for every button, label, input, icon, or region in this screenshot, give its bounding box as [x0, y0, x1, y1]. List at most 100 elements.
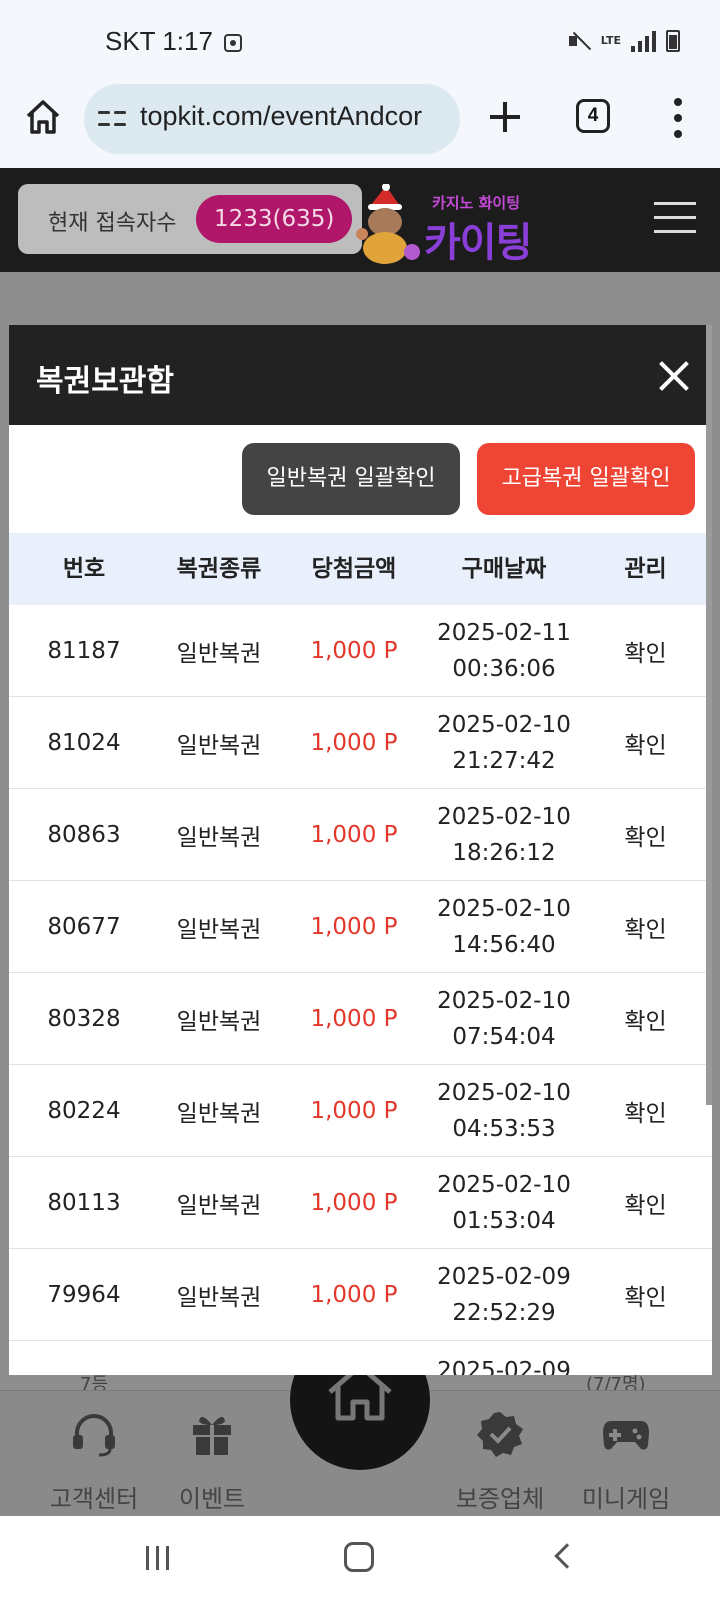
close-icon[interactable] [659, 361, 689, 391]
site-settings-icon[interactable] [98, 106, 126, 132]
purchase-time: 00:36:06 [452, 656, 556, 682]
table-row: 81187 일반복권 1,000 P 2025-02-11 00:36:06 확인 [9, 605, 712, 697]
ticket-type [159, 1341, 279, 1375]
online-users-label: 현재 접속자수 [48, 211, 177, 236]
ticket-number: 81024 [47, 730, 121, 756]
nav-event[interactable]: 이벤트 [152, 1409, 272, 1514]
tab-switcher-button[interactable]: 4 [576, 99, 610, 133]
lottery-storage-modal: 복권보관함 일반복권 일괄확인 고급복권 일괄확인 번호 복권종류 당첨금액 구… [9, 325, 712, 1375]
confirm-all-premium-button[interactable]: 고급복권 일괄확인 [477, 443, 695, 515]
confirm-link[interactable]: 확인 [579, 881, 712, 973]
purchase-day: 2025-02-10 [437, 896, 571, 922]
more-menu-icon[interactable] [670, 98, 686, 138]
online-users-count: 1233(635) [196, 195, 353, 243]
online-users-box: 현재 접속자수 1233(635) [18, 184, 362, 254]
mute-icon [568, 31, 591, 51]
ticket-type: 일반복권 [176, 1009, 262, 1035]
nav-label: 미니게임 [581, 1485, 671, 1513]
purchase-date: 2025-02-10 01:53:04 [429, 1157, 579, 1249]
table-row: 80863 일반복권 1,000 P 2025-02-10 18:26:12 확인 [9, 789, 712, 881]
modal-header: 복권보관함 [9, 325, 712, 425]
recent-apps-icon[interactable] [144, 1544, 172, 1572]
purchase-time: 22:52:29 [452, 1300, 556, 1326]
purchase-date: 2025-02-09 22:52:29 [429, 1249, 579, 1341]
purchase-time: 14:56:40 [452, 932, 556, 958]
confirm-link[interactable]: 확인 [579, 1065, 712, 1157]
url-text[interactable]: topkit.com/eventAndcor [140, 101, 422, 132]
ticket-number: 79964 [47, 1282, 121, 1308]
confirm-link[interactable] [579, 1341, 712, 1375]
address-bar[interactable]: topkit.com/eventAndcor [84, 84, 460, 154]
prize-amount: 1,000 P [310, 638, 398, 664]
confirm-all-normal-button[interactable]: 일반복권 일괄확인 [242, 443, 460, 515]
purchase-day: 2025-02-10 [437, 1172, 571, 1198]
lte-icon: LTE [600, 34, 621, 47]
purchase-date: 2025-02-09 [429, 1341, 579, 1375]
ticket-type: 일반복권 [176, 641, 262, 667]
ticket-number: 81187 [47, 638, 121, 664]
purchase-date: 2025-02-10 04:53:53 [429, 1065, 579, 1157]
logo-title: 카이팅 [424, 220, 532, 266]
prize-amount: 1,000 P [310, 730, 398, 756]
confirm-link[interactable]: 확인 [579, 605, 712, 697]
modal-title: 복권보관함 [36, 364, 174, 399]
battery-icon [666, 30, 680, 52]
menu-icon[interactable] [654, 202, 696, 234]
purchase-day: 2025-02-10 [437, 1080, 571, 1106]
purchase-day: 2025-02-10 [437, 988, 571, 1014]
prize-amount: 1,000 P [310, 1282, 398, 1308]
confirm-link[interactable]: 확인 [579, 1157, 712, 1249]
ticket-type: 일반복권 [176, 917, 262, 943]
headset-icon [73, 1414, 115, 1457]
ticket-type: 일반복권 [176, 1193, 262, 1219]
prize-amount: 1,000 P [310, 1098, 398, 1124]
confirm-link[interactable]: 확인 [579, 1249, 712, 1341]
home-icon[interactable] [24, 98, 62, 136]
prize-amount: 1,000 P [310, 1190, 398, 1216]
column-header: 구매날짜 [461, 556, 547, 582]
confirm-link[interactable]: 확인 [579, 789, 712, 881]
signal-icon [631, 30, 656, 52]
purchase-time: 04:53:53 [452, 1116, 556, 1142]
nav-customer-center[interactable]: 고객센터 [34, 1409, 154, 1514]
carrier-time: SKT 1:17 [105, 26, 213, 56]
gamepad-icon [603, 1421, 649, 1450]
nav-label: 이벤트 [178, 1485, 246, 1513]
ticket-type: 일반복권 [176, 1101, 262, 1127]
system-nav-bar [0, 1516, 720, 1600]
browser-toolbar: topkit.com/eventAndcor 4 [0, 84, 720, 168]
mascot-icon [356, 184, 420, 264]
purchase-date: 2025-02-10 21:27:42 [429, 697, 579, 789]
system-home-icon[interactable] [344, 1542, 374, 1572]
nav-verified-partners[interactable]: 보증업체 [440, 1409, 560, 1514]
ticket-type: 일반복권 [176, 825, 262, 851]
screen-record-icon [224, 34, 242, 52]
ticket-number: 80113 [47, 1190, 121, 1216]
confirm-link[interactable]: 확인 [579, 973, 712, 1065]
column-header: 관리 [624, 556, 667, 582]
prize-amount: 1,000 P [310, 914, 398, 940]
site-logo[interactable]: 카지노 화이팅 카이팅 [350, 176, 560, 266]
nav-mini-game[interactable]: 미니게임 [566, 1409, 686, 1514]
purchase-day: 2025-02-09 [437, 1264, 571, 1290]
prize-amount: 1,000 P [310, 822, 398, 848]
purchase-time: 01:53:04 [452, 1208, 556, 1234]
purchase-time: 18:26:12 [452, 840, 556, 866]
site-header: 현재 접속자수 1233(635) 카지노 화이팅 카이팅 [0, 168, 720, 272]
status-bar: SKT 1:17 LTE [0, 0, 720, 84]
purchase-date: 2025-02-10 18:26:12 [429, 789, 579, 881]
ticket-number: 80863 [47, 822, 121, 848]
status-icons: LTE [568, 30, 680, 52]
confirm-link[interactable]: 확인 [579, 697, 712, 789]
table-row: 81024 일반복권 1,000 P 2025-02-10 21:27:42 확인 [9, 697, 712, 789]
column-header: 복권종류 [176, 556, 262, 582]
ticket-number: 80677 [47, 914, 121, 940]
modal-scrollbar[interactable] [706, 325, 712, 1105]
ticket-type: 일반복권 [176, 733, 262, 759]
verified-badge-icon [477, 1412, 523, 1457]
prize-amount [279, 1341, 429, 1375]
new-tab-icon[interactable] [488, 100, 522, 134]
back-icon[interactable] [552, 1544, 572, 1572]
ticket-type: 일반복권 [176, 1285, 262, 1311]
table-body: 81187 일반복권 1,000 P 2025-02-11 00:36:06 확인… [9, 605, 712, 1375]
